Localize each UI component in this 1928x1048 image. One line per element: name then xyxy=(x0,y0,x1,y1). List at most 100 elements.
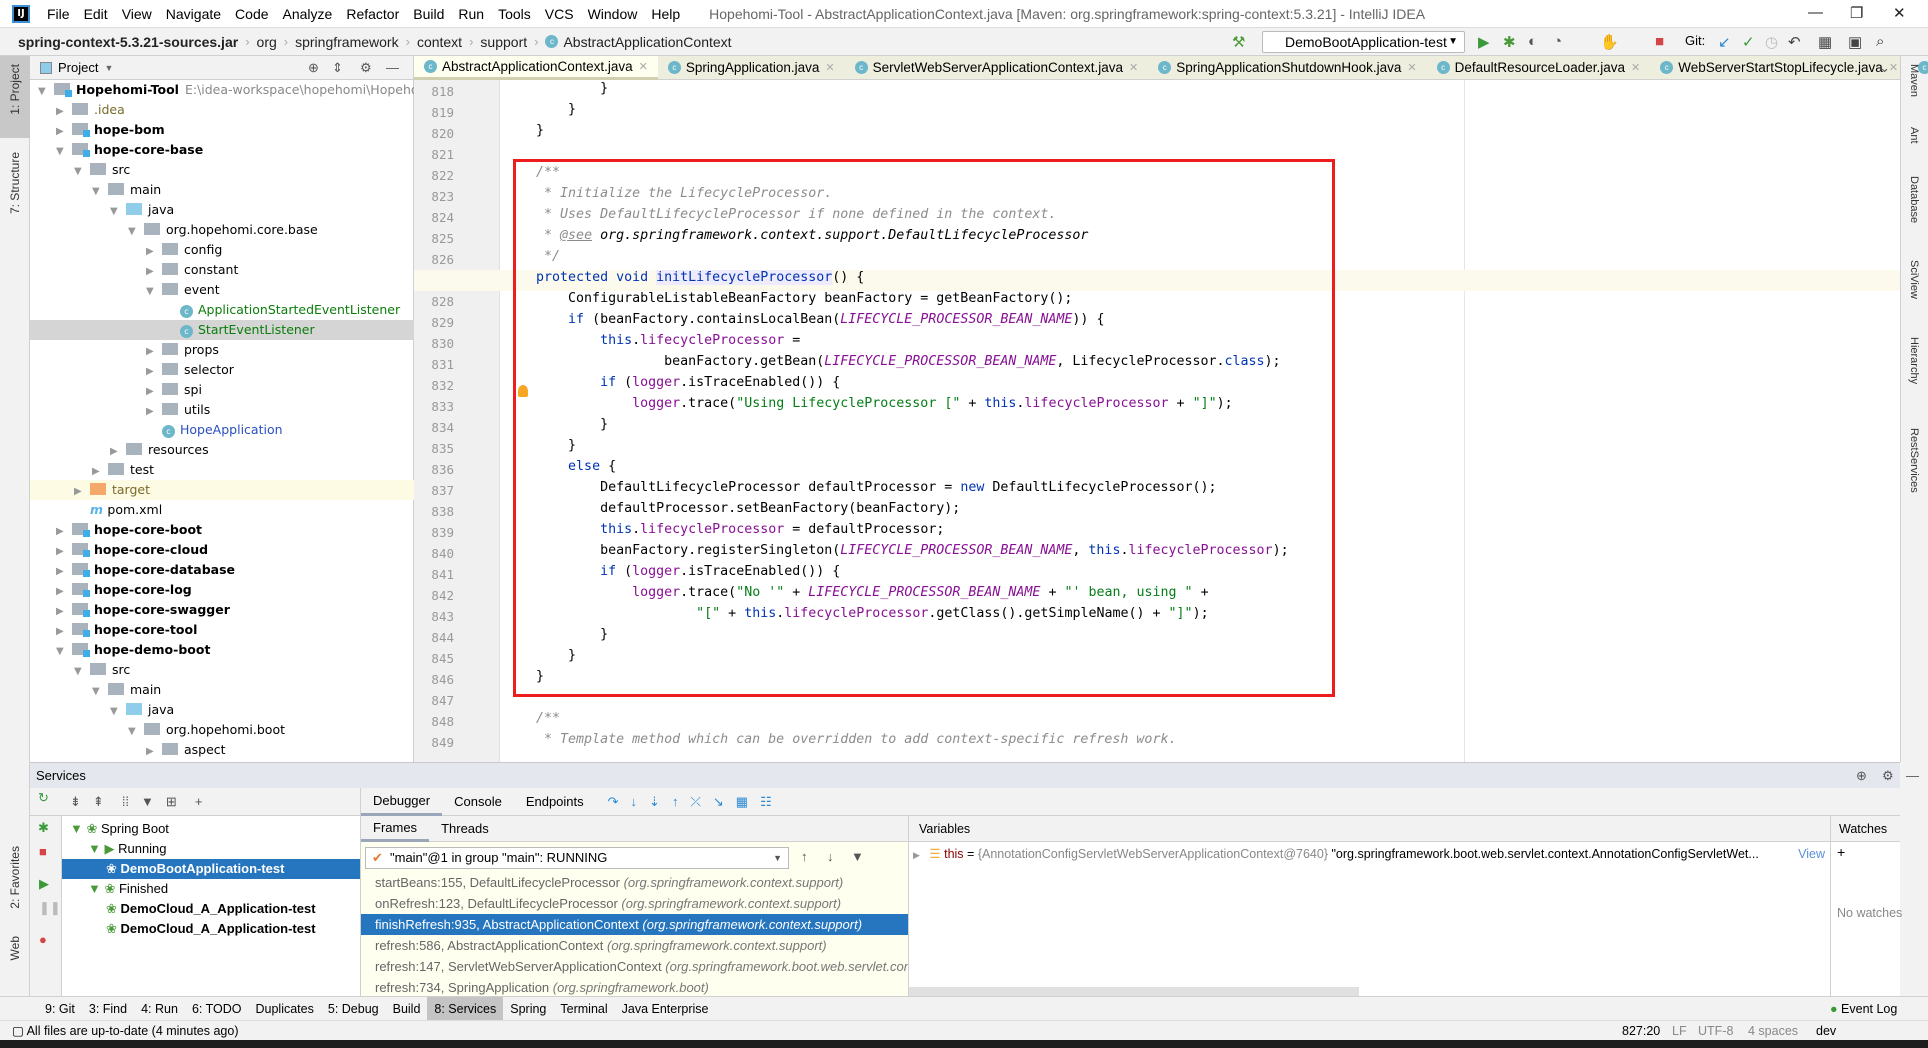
event-log-button[interactable]: ● Event Log xyxy=(1830,1002,1897,1016)
breadcrumb-item[interactable]: AbstractApplicationContext xyxy=(563,34,731,50)
presentation-icon[interactable]: ▣ xyxy=(1848,33,1862,51)
chevron-right-icon[interactable]: ▶ xyxy=(56,542,72,562)
tool-tab-run[interactable]: 4: Run xyxy=(134,997,185,1021)
git-history-icon[interactable]: ◷ xyxy=(1765,33,1778,51)
tool-tab-spring[interactable]: Spring xyxy=(503,997,553,1021)
tab-frames[interactable]: Frames xyxy=(361,816,430,842)
profile-icon[interactable]: ◔ xyxy=(1553,33,1562,50)
tree-item[interactable]: ▼ hope-demo-boot xyxy=(56,640,210,660)
breadcrumb-item[interactable]: springframework xyxy=(295,34,398,50)
menu-code[interactable]: Code xyxy=(228,6,275,22)
tab-springapplication[interactable]: c SpringApplication.java ✕ xyxy=(658,56,845,80)
tree-item[interactable]: ▶ test xyxy=(92,460,154,480)
stop-icon[interactable]: ■ xyxy=(1655,33,1664,50)
chevron-right-icon[interactable]: ▶ xyxy=(56,562,72,582)
chevron-down-icon[interactable]: ▼ xyxy=(128,222,144,242)
trace-icon[interactable]: ☷ xyxy=(760,794,772,810)
tree-item[interactable]: ▶ utils xyxy=(146,400,210,420)
chevron-down-icon[interactable]: ▼ xyxy=(56,642,72,662)
code-line[interactable]: * Template method which can be overridde… xyxy=(504,732,1176,753)
chevron-down-icon[interactable]: ▼ xyxy=(128,722,144,742)
tool-restservices[interactable]: RestServices xyxy=(1908,428,1920,493)
tool-sciview[interactable]: SciView xyxy=(1908,260,1920,299)
tab-defaultresourceloader[interactable]: c DefaultResourceLoader.java ✕ xyxy=(1427,56,1651,80)
tab-debugger[interactable]: Debugger xyxy=(361,788,443,816)
tab-threads[interactable]: Threads xyxy=(429,816,501,842)
tree-item[interactable]: ▶ config xyxy=(146,240,222,260)
collapse-all-icon[interactable]: ⇕ xyxy=(332,60,343,76)
tab-endpoints[interactable]: Endpoints xyxy=(514,788,596,816)
tree-item[interactable]: ▼ hope-core-base xyxy=(56,140,203,160)
breadcrumb-item[interactable]: context xyxy=(417,34,462,50)
chevron-right-icon[interactable]: ▶ xyxy=(146,382,162,402)
tree-item[interactable]: ▶ spi xyxy=(146,380,202,400)
chevron-right-icon[interactable]: ▶ xyxy=(56,122,72,142)
tree-item[interactable]: ▼ org.hopehomi.boot xyxy=(128,720,285,740)
chevron-down-icon[interactable]: ▼ xyxy=(74,162,90,182)
chevron-right-icon[interactable]: ▶ xyxy=(146,742,162,762)
chevron-right-icon[interactable]: ▶ xyxy=(146,262,162,282)
chevron-right-icon[interactable]: ▶ xyxy=(110,442,126,462)
collapse-all-icon[interactable]: ⇞ xyxy=(93,794,104,810)
tree-item[interactable]: c ApplicationStartedEventListener xyxy=(164,300,400,320)
code-line[interactable]: } xyxy=(504,81,608,102)
service-item[interactable]: ▼ ❀ Spring Boot xyxy=(62,819,360,839)
service-item[interactable]: ▼ ❀ Finished xyxy=(62,879,360,899)
run-icon[interactable]: ▶ xyxy=(1478,33,1490,51)
hide-icon[interactable]: — xyxy=(1906,763,1919,788)
tab-springapplicationshutdownhook[interactable]: c SpringApplicationShutdownHook.java ✕ xyxy=(1148,56,1426,80)
git-update-icon[interactable]: ↙ xyxy=(1718,33,1731,51)
chevron-down-icon[interactable]: ▼ xyxy=(110,702,126,722)
tool-tab-duplicates[interactable]: Duplicates xyxy=(249,997,321,1021)
tree-item[interactable]: ▶ resources xyxy=(110,440,209,460)
caret-position[interactable]: 827:20 xyxy=(1622,1021,1660,1041)
filter-icon[interactable]: ▼ xyxy=(141,794,154,809)
tree-item[interactable]: ▼ main xyxy=(92,680,161,700)
debug-icon[interactable]: ✱ xyxy=(38,820,49,836)
add-service-icon[interactable]: + xyxy=(195,794,203,809)
resume-icon[interactable]: ▶ xyxy=(39,876,49,892)
close-tab-icon[interactable]: ✕ xyxy=(1129,61,1138,74)
tab-abstractapplicationcontext[interactable]: c AbstractApplicationContext.java ✕ xyxy=(414,55,658,80)
tree-item[interactable]: ▶ hope-core-cloud xyxy=(56,540,208,560)
rerun-icon[interactable]: ↻ xyxy=(38,790,49,806)
git-branch[interactable]: dev xyxy=(1816,1021,1836,1041)
step-out-icon[interactable]: ↑ xyxy=(672,794,679,809)
chevron-right-icon[interactable]: ▶ xyxy=(56,582,72,602)
tree-item[interactable]: ▼ Hopehomi-Tool E:\idea-workspace\hopehomi… xyxy=(38,80,414,100)
step-into-icon[interactable]: ↓ xyxy=(631,794,638,809)
pause-icon[interactable]: ❚❚ xyxy=(39,900,61,916)
chevron-right-icon[interactable]: ▶ xyxy=(56,602,72,622)
chevron-down-icon[interactable]: ▼ xyxy=(92,182,108,202)
tree-item[interactable]: ▼ main xyxy=(92,180,161,200)
web-tool-label[interactable]: Web xyxy=(8,936,22,960)
tree-item[interactable]: ▶ target xyxy=(74,480,150,500)
run-to-cursor-icon[interactable]: ↘ xyxy=(713,794,724,810)
filter-icon[interactable]: ▼ xyxy=(851,849,864,864)
chevron-right-icon[interactable]: ▶ xyxy=(146,362,162,382)
locate-icon[interactable]: ⊕ xyxy=(1856,763,1867,788)
service-item[interactable]: ❀ DemoBootApplication-test xyxy=(62,859,360,879)
bookmark-bulb-icon[interactable] xyxy=(518,385,528,397)
gear-icon[interactable]: ⚙ xyxy=(1882,763,1894,788)
locate-icon[interactable]: ⊕ xyxy=(308,60,319,76)
tool-database[interactable]: Database xyxy=(1908,176,1920,223)
menu-refactor[interactable]: Refactor xyxy=(339,6,406,22)
menu-build[interactable]: Build xyxy=(406,6,451,22)
tool-tab-terminal[interactable]: Terminal xyxy=(553,997,614,1021)
chevron-down-icon[interactable]: ▼ xyxy=(146,282,162,302)
breadcrumb-item[interactable]: spring-context-5.3.21-sources.jar xyxy=(18,34,238,50)
close-tab-icon[interactable]: ✕ xyxy=(1407,61,1416,74)
new-tab-icon[interactable]: ⊞ xyxy=(166,794,177,810)
chevron-right-icon[interactable]: ▶ xyxy=(146,402,162,422)
coverage-icon[interactable]: ◐ xyxy=(1528,33,1537,50)
stack-frame[interactable]: refresh:586, AbstractApplicationContext … xyxy=(361,935,909,956)
indent-setting[interactable]: 4 spaces xyxy=(1748,1021,1798,1041)
close-tab-icon[interactable]: ✕ xyxy=(825,61,834,74)
code-line[interactable]: } xyxy=(504,123,544,144)
project-tool-label[interactable]: 1: Project xyxy=(8,64,22,115)
service-item[interactable]: ❀ DemoCloud_A_Application-test xyxy=(62,899,360,919)
expand-all-icon[interactable]: ⇟ xyxy=(70,794,81,810)
chevron-down-icon[interactable]: ▼ xyxy=(104,63,113,73)
menu-window[interactable]: Window xyxy=(581,6,645,22)
